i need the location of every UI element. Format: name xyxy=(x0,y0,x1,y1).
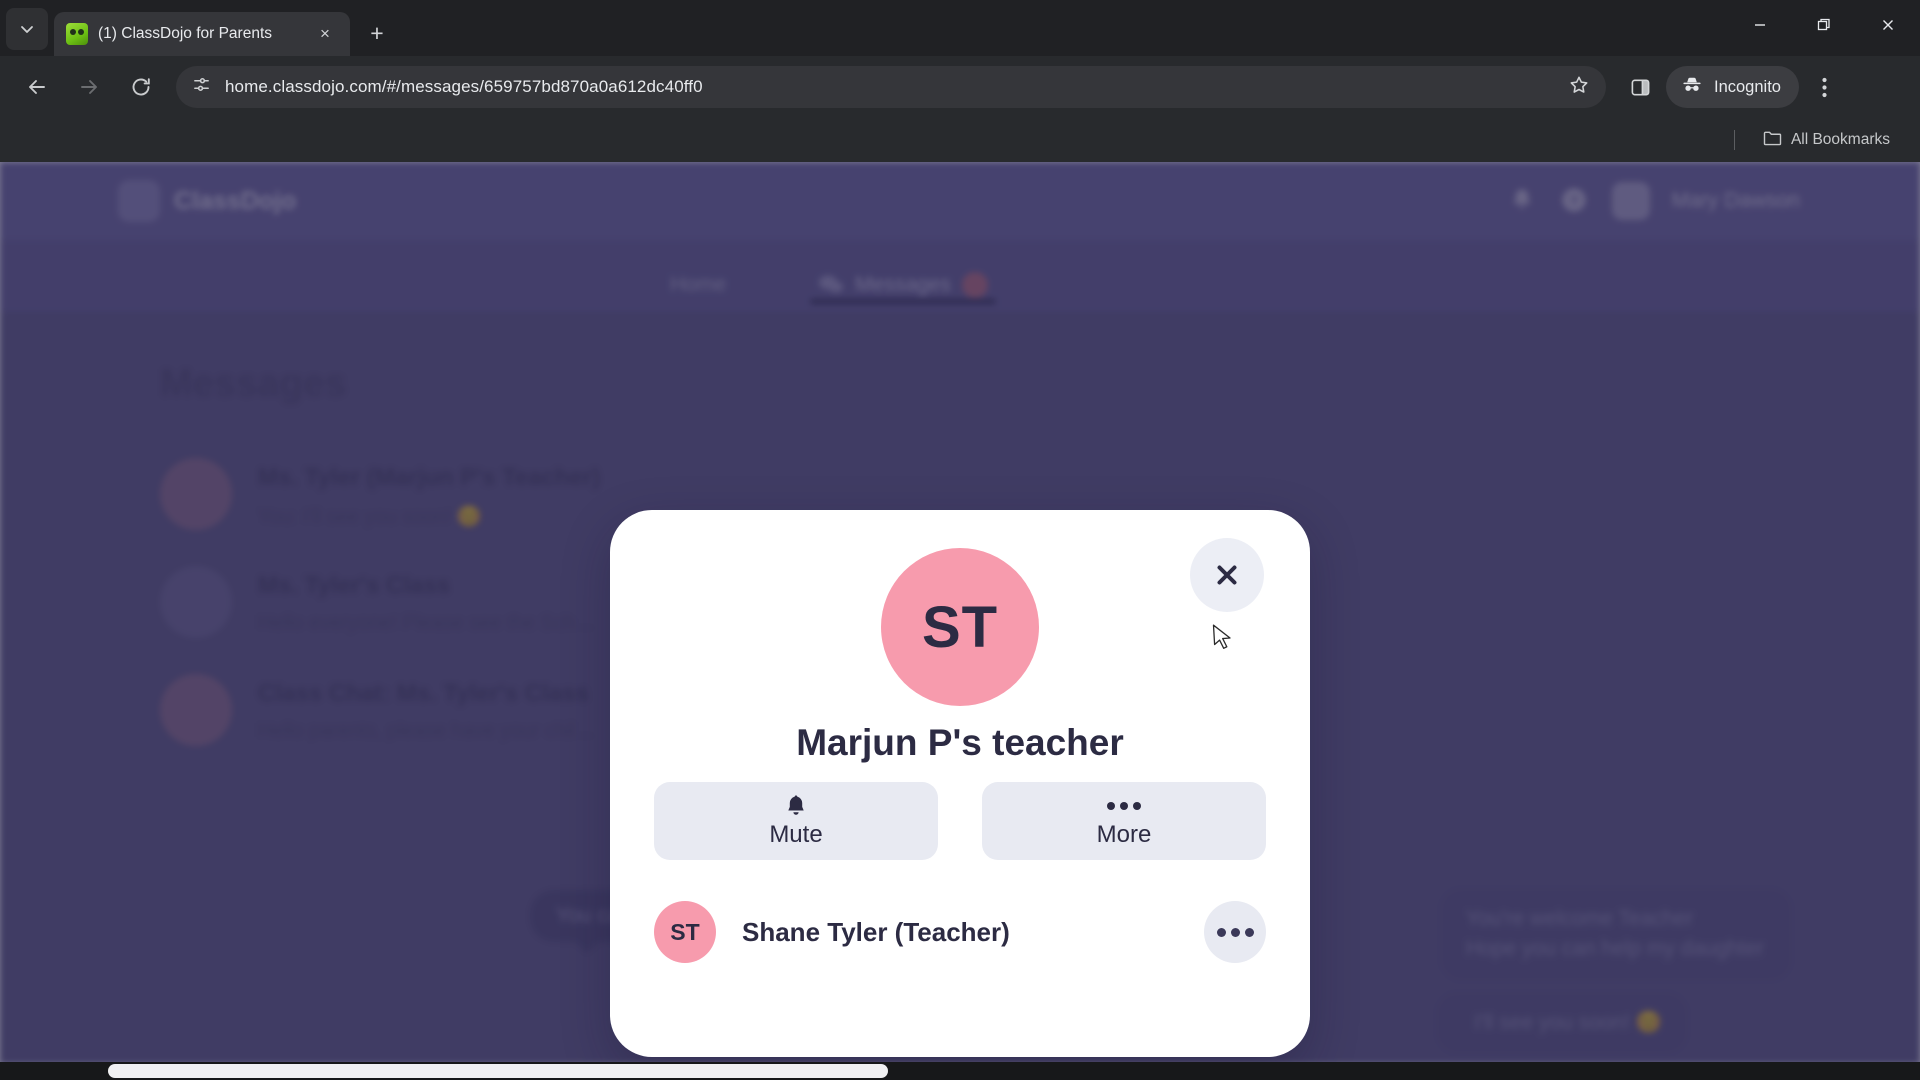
bookmarks-bar: All Bookmarks xyxy=(0,118,1920,162)
tab-strip: (1) ClassDojo for Parents × + xyxy=(0,0,1920,56)
minimize-icon[interactable] xyxy=(1728,0,1792,50)
incognito-hat-icon xyxy=(1680,73,1704,102)
modal-actions: Mute More xyxy=(654,782,1266,860)
tab-title: (1) ClassDojo for Parents xyxy=(98,25,273,42)
browser-tab[interactable]: (1) ClassDojo for Parents × xyxy=(54,12,350,56)
all-bookmarks-label: All Bookmarks xyxy=(1790,131,1890,148)
more-button[interactable]: More xyxy=(982,782,1266,860)
scrollbar-thumb[interactable] xyxy=(108,1064,888,1078)
horizontal-scrollbar[interactable] xyxy=(0,1062,1920,1080)
member-row[interactable]: ST Shane Tyler (Teacher) xyxy=(654,890,1266,974)
three-dots-icon xyxy=(1107,793,1141,819)
page-title: Marjun P's teacher xyxy=(796,722,1124,763)
restore-icon[interactable] xyxy=(1792,0,1856,50)
three-dot-menu-icon[interactable] xyxy=(1803,65,1847,109)
bell-icon xyxy=(784,793,808,819)
forward-arrow-icon xyxy=(68,66,110,108)
member-more-button[interactable] xyxy=(1204,901,1266,963)
more-label: More xyxy=(1096,821,1152,848)
url-text: home.classdojo.com/#/messages/659757bd87… xyxy=(225,77,703,96)
reload-icon[interactable] xyxy=(120,66,162,108)
avatar: ST xyxy=(881,548,1039,706)
bookmarks-divider xyxy=(1733,130,1735,150)
member-name: Shane Tyler (Teacher) xyxy=(742,916,1010,947)
side-panel-icon[interactable] xyxy=(1618,65,1662,109)
tab-search-button[interactable] xyxy=(6,8,48,50)
folder-icon xyxy=(1763,130,1782,151)
tab-close-icon[interactable]: × xyxy=(312,21,338,47)
star-icon[interactable] xyxy=(1568,74,1590,101)
incognito-label: Incognito xyxy=(1714,77,1781,96)
new-tab-button[interactable]: + xyxy=(360,16,394,50)
address-bar[interactable]: home.classdojo.com/#/messages/659757bd87… xyxy=(176,66,1606,108)
conversation-details-modal: ST Marjun P's teacher Mute More ST Shane… xyxy=(610,510,1310,1057)
avatar: ST xyxy=(654,901,716,963)
all-bookmarks-button[interactable]: All Bookmarks xyxy=(1755,125,1898,156)
page-viewport: ClassDojo ? Mary Dawson Home xyxy=(0,162,1920,1064)
site-settings-icon[interactable] xyxy=(192,75,211,99)
browser-toolbar: home.classdojo.com/#/messages/659757bd87… xyxy=(0,56,1920,118)
close-icon[interactable] xyxy=(1190,538,1264,612)
close-icon[interactable] xyxy=(1856,0,1920,50)
back-arrow-icon[interactable] xyxy=(16,66,58,108)
incognito-indicator[interactable]: Incognito xyxy=(1666,66,1799,108)
window-controls xyxy=(1728,0,1920,50)
mute-button[interactable]: Mute xyxy=(654,782,938,860)
browser-window: (1) ClassDojo for Parents × + home.class… xyxy=(0,0,1920,1080)
mute-label: Mute xyxy=(769,821,823,848)
classdojo-monster-icon xyxy=(66,23,88,45)
